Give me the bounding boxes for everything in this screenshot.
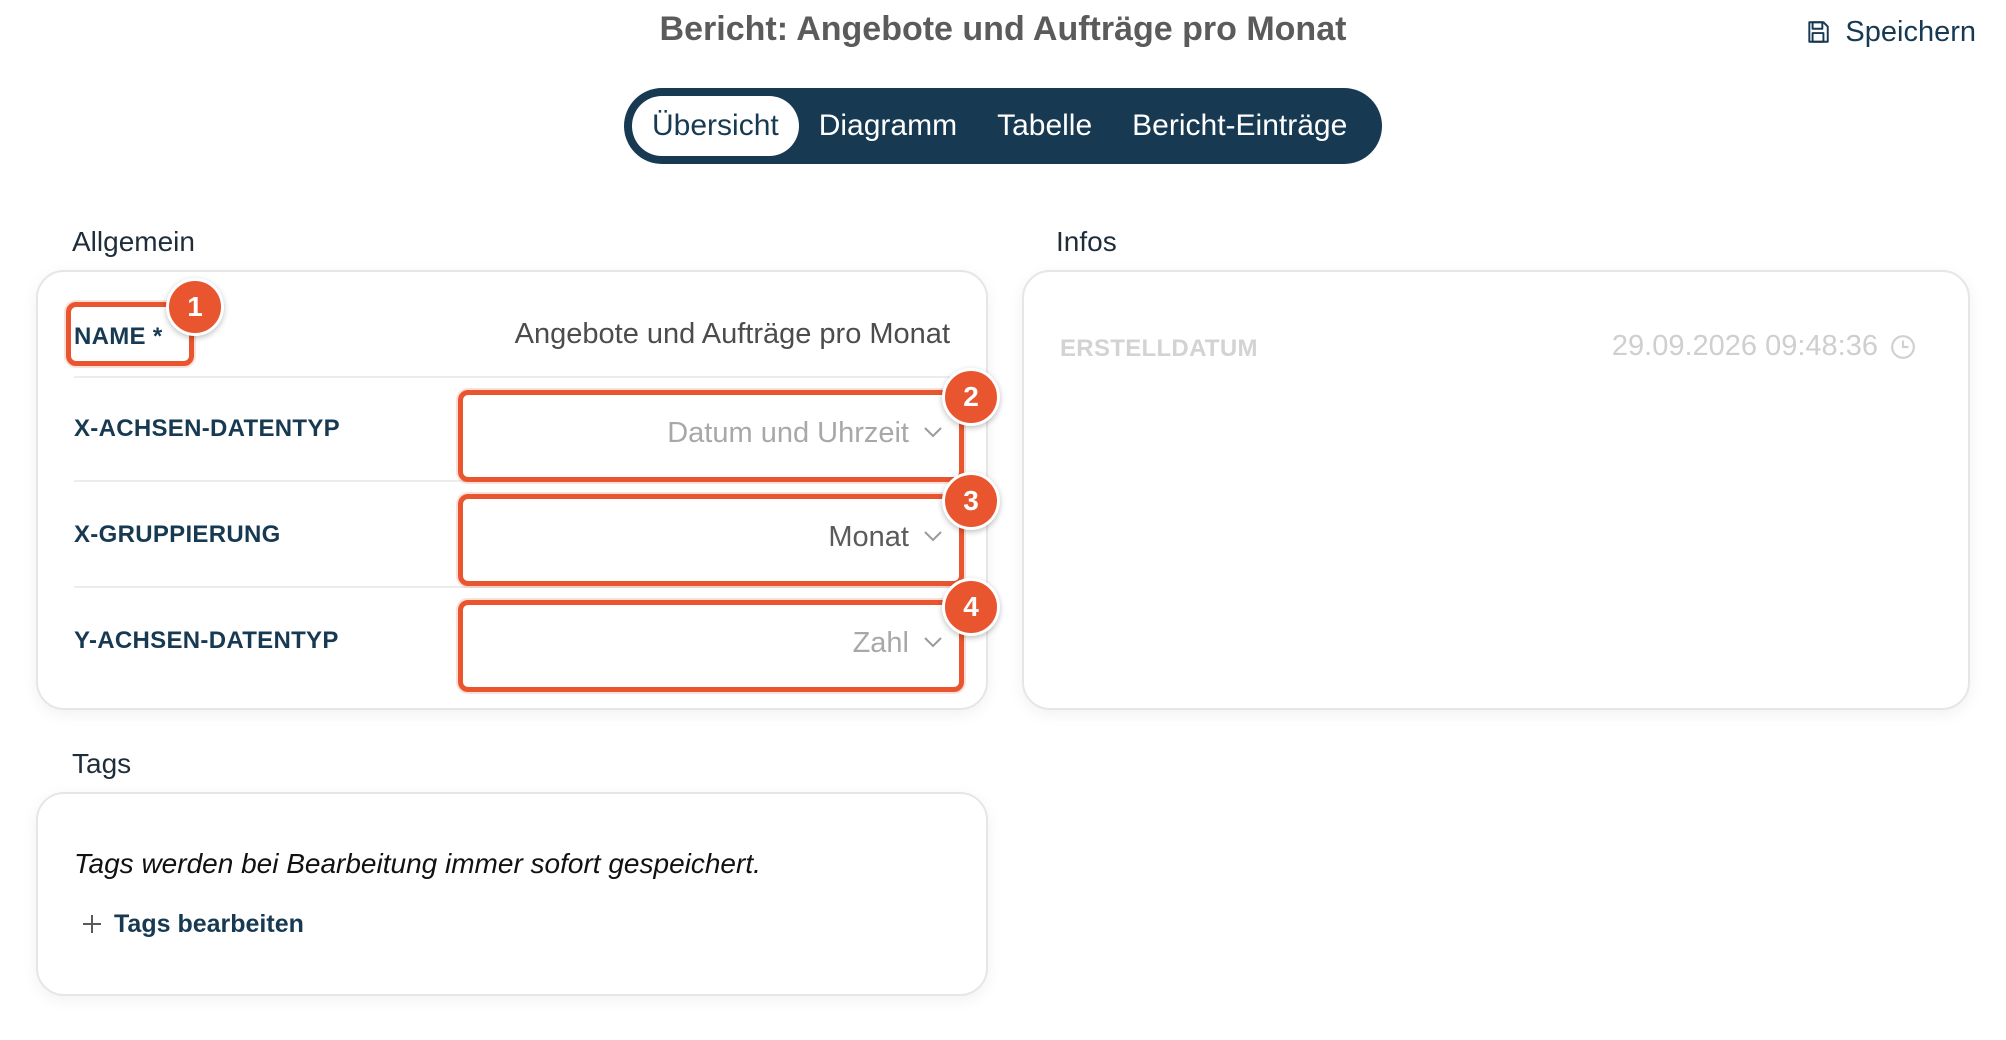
floppy-disk-icon	[1808, 21, 1830, 43]
tags-card: Tags werden bei Bearbeitung immer sofort…	[36, 792, 988, 996]
tab-uebersicht[interactable]: Übersicht	[632, 96, 799, 156]
clock-icon	[1891, 335, 1915, 359]
page-title: Bericht: Angebote und Aufträge pro Monat	[659, 10, 1347, 48]
infos-card: ERSTELLDATUM 29.09.2026 09:48:36	[1022, 270, 1970, 710]
annotation-badge-2: 2	[942, 368, 1000, 426]
save-button-label: Speichern	[1845, 16, 1976, 48]
chevron-down-icon	[924, 427, 942, 438]
tab-bericht-eintraege[interactable]: Bericht-Einträge	[1112, 96, 1367, 156]
y-axis-type-label: Y-ACHSEN-DATENTYP	[74, 627, 339, 654]
x-axis-type-label: X-ACHSEN-DATENTYP	[74, 415, 340, 442]
chevron-down-icon	[924, 637, 942, 648]
view-tabs: Übersicht Diagramm Tabelle Bericht-Eintr…	[624, 88, 1382, 164]
x-grouping-label: X-GRUPPIERUNG	[74, 521, 281, 548]
annotation-badge-3: 3	[942, 472, 1000, 530]
created-date-label: ERSTELLDATUM	[1060, 335, 1258, 362]
tags-note: Tags werden bei Bearbeitung immer sofort…	[74, 848, 761, 879]
x-axis-type-select[interactable]: Datum und Uhrzeit	[458, 390, 964, 482]
edit-tags-label: Tags bearbeiten	[114, 910, 304, 938]
tab-tabelle[interactable]: Tabelle	[977, 96, 1112, 156]
chevron-down-icon	[924, 531, 942, 542]
tab-diagramm[interactable]: Diagramm	[799, 96, 977, 156]
y-axis-type-value: Zahl	[852, 627, 909, 659]
allgemein-card: NAME * Angebote und Aufträge pro Monat 1…	[36, 270, 1000, 710]
annotation-badge-4: 4	[942, 578, 1000, 636]
save-button[interactable]: Speichern	[1805, 12, 1976, 52]
y-axis-type-select[interactable]: Zahl	[458, 600, 964, 692]
x-axis-type-value: Datum und Uhrzeit	[667, 417, 909, 449]
plus-icon	[83, 915, 101, 933]
report-page: Bericht: Angebote und Aufträge pro Monat…	[0, 0, 2006, 1040]
created-date-value: 29.09.2026 09:48:36	[1611, 330, 1878, 362]
infos-heading: Infos	[1056, 226, 1117, 257]
x-grouping-value: Monat	[828, 521, 909, 553]
allgemein-heading: Allgemein	[72, 226, 195, 257]
x-grouping-select[interactable]: Monat	[458, 494, 964, 586]
name-value[interactable]: Angebote und Aufträge pro Monat	[515, 316, 950, 352]
tags-heading: Tags	[72, 748, 132, 779]
edit-tags-button[interactable]: Tags bearbeiten	[80, 908, 304, 940]
annotation-badge-1: 1	[166, 278, 224, 336]
